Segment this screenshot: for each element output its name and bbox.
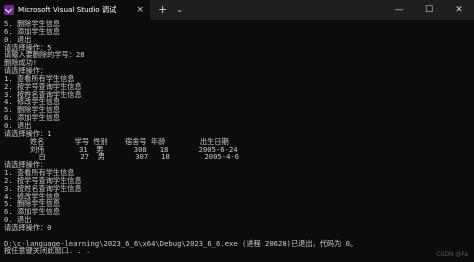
window-controls: — ☐ ✕ bbox=[384, 0, 474, 20]
terminal-line: 白 27 男 307 18 2005-4-6 bbox=[4, 152, 240, 162]
new-tab-button[interactable]: + bbox=[158, 0, 167, 20]
terminal-line: 3. 按姓名查询学生信息 bbox=[4, 183, 82, 193]
watermark: CSDN @Fa bbox=[436, 251, 468, 258]
terminal-output[interactable]: 5. 删除学生信息 6. 添加学生信息 0. 退出 请选择操作：5 请输入要删除的学号：… bbox=[4, 20, 466, 262]
terminal-line: 3. 按姓名查询学生信息 bbox=[4, 89, 82, 99]
terminal-line: 6. 添加学生信息 bbox=[4, 207, 61, 217]
terminal-line: 5. 删除学生信息 bbox=[4, 20, 61, 28]
close-button[interactable]: ✕ bbox=[444, 0, 474, 20]
maximize-button[interactable]: ☐ bbox=[414, 0, 444, 20]
terminal-line: 6. 添加学生信息 bbox=[4, 113, 61, 123]
terminal-line: 5. 删除学生信息 bbox=[4, 105, 61, 115]
terminal-line: 0. 退出 bbox=[4, 34, 32, 44]
title-bar: Microsoft Visual Studio 调试 × + ⌄ — ☐ ✕ bbox=[0, 0, 474, 20]
terminal-line: 6. 添加学生信息 bbox=[4, 26, 61, 36]
visual-studio-icon bbox=[4, 5, 14, 15]
tab-title: Microsoft Visual Studio 调试 bbox=[18, 5, 117, 14]
tab-close-icon[interactable]: × bbox=[136, 4, 144, 16]
terminal-line: 请输入要删除的学号：28 bbox=[4, 50, 85, 60]
minimize-button[interactable]: — bbox=[384, 0, 414, 20]
terminal-line: 5. 删除学生信息 bbox=[4, 199, 61, 209]
console-window: Microsoft Visual Studio 调试 × + ⌄ — ☐ ✕ 5… bbox=[0, 0, 474, 262]
tab-dropdown-icon[interactable]: ⌄ bbox=[176, 0, 183, 20]
tab-debug-console[interactable]: Microsoft Visual Studio 调试 × bbox=[0, 0, 150, 20]
terminal-line: 0. 退出 bbox=[4, 120, 32, 130]
terminal-line: 0. 退出 bbox=[4, 215, 32, 225]
terminal-line: 4. 修改学生信息 bbox=[4, 191, 61, 201]
terminal-line: 4. 修改学生信息 bbox=[4, 97, 61, 107]
terminal-cursor-line bbox=[4, 255, 466, 262]
terminal-line: 请选择操作：0 bbox=[4, 222, 52, 232]
terminal-line: 删除成功! bbox=[4, 58, 38, 68]
terminal-line: 按任意键关闭此窗口. . . bbox=[4, 246, 91, 256]
